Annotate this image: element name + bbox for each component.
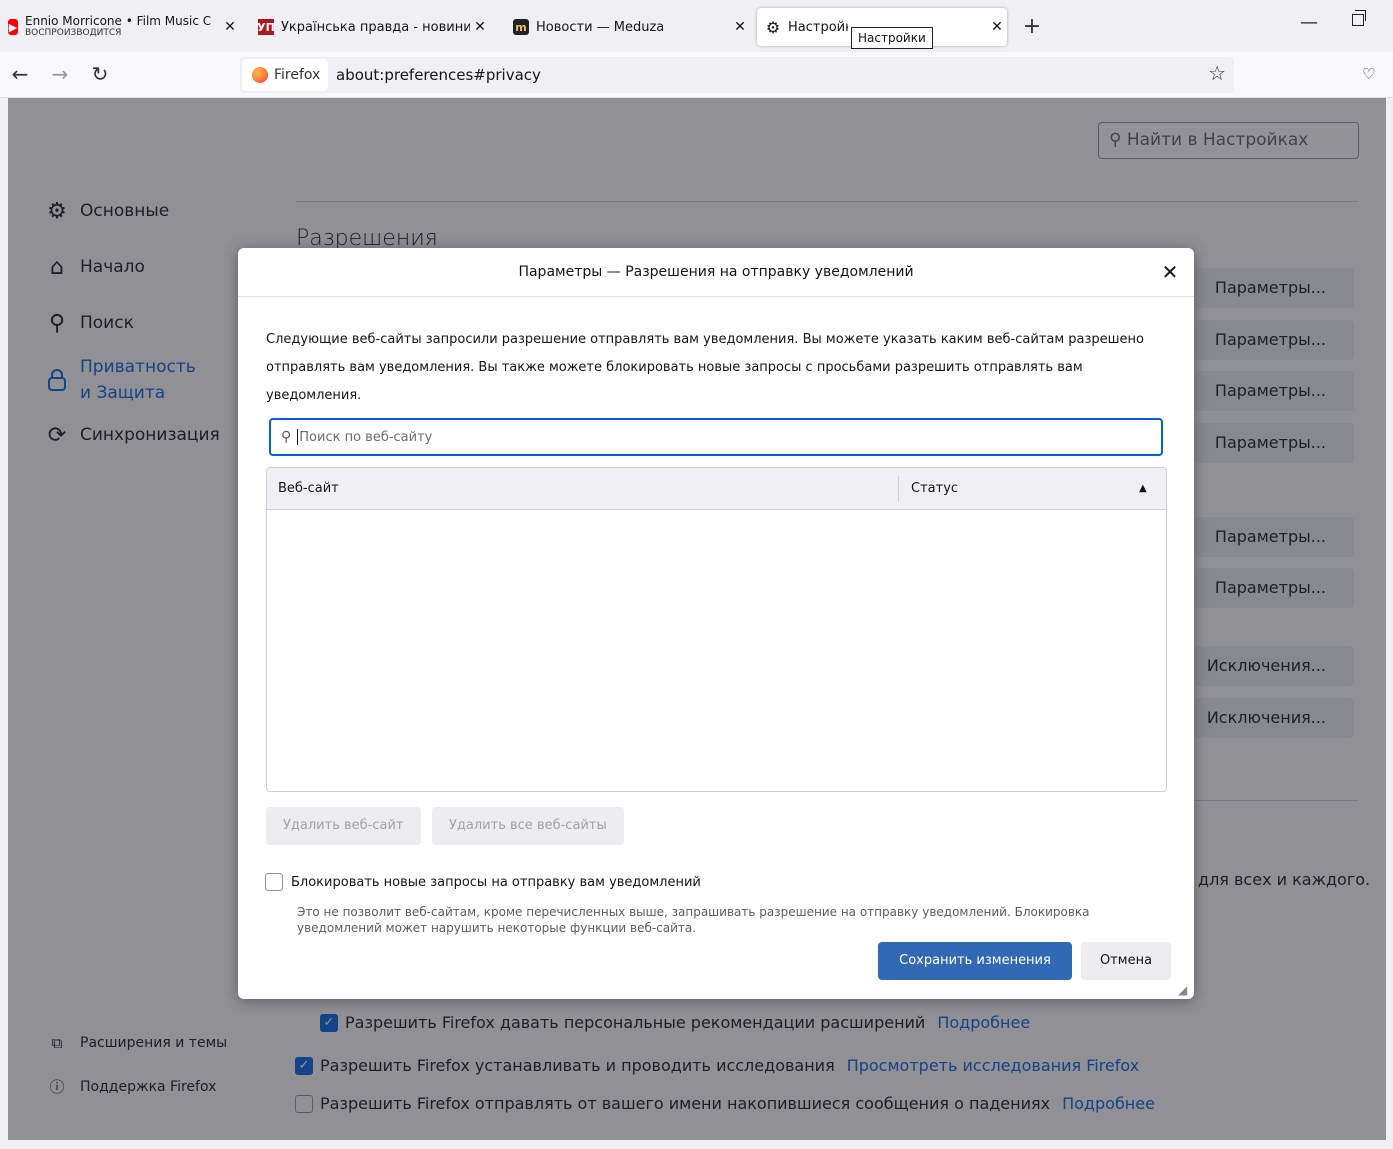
tab-title: Ennio Morricone • Film Music C (25, 15, 212, 28)
block-new-requests-note: Это не позволит веб-сайтам, кроме перечи… (297, 905, 1090, 935)
column-divider (898, 476, 899, 502)
save-changes-button[interactable]: Сохранить изменения (878, 942, 1072, 980)
sort-ascending-icon[interactable]: ▲ (1139, 468, 1147, 510)
column-header-status[interactable]: Статус (911, 468, 958, 510)
tab-title: Настройки (788, 19, 848, 35)
website-search-input[interactable] (299, 429, 1120, 445)
restore-window-button[interactable] (1352, 10, 1366, 26)
url-bar[interactable]: Firefox about:preferences#privacy ☆ (240, 57, 1234, 93)
window-border (1386, 98, 1393, 1149)
dialog-description: Следующие веб-сайты запросили разрешение… (266, 332, 1145, 403)
block-new-requests-label: Блокировать новые запросы на отправку ва… (291, 874, 701, 890)
close-icon[interactable]: ✕ (1158, 260, 1182, 284)
cancel-button[interactable]: Отмена (1081, 942, 1171, 980)
forward-button[interactable]: → (46, 60, 74, 88)
website-search-field[interactable]: ⚲ (269, 418, 1163, 456)
table-header: Веб-сайт Статус ▲ (267, 468, 1166, 510)
window-border (0, 98, 8, 1149)
bookmark-star-icon[interactable]: ☆ (1208, 61, 1226, 85)
tab-pravda[interactable]: УП Українська правда - новини он ✕ (250, 8, 490, 46)
tab-title: Новости — Meduza (536, 19, 665, 35)
permissions-table: Веб-сайт Статус ▲ (266, 467, 1167, 792)
reload-button[interactable]: ↻ (86, 60, 114, 88)
minimize-window-button[interactable]: — (1300, 12, 1318, 33)
search-icon: ⚲ (281, 429, 292, 445)
dialog-title: Параметры — Разрешения на отправку уведо… (238, 248, 1194, 297)
close-tab-icon[interactable]: ✕ (730, 19, 750, 35)
resize-grip-icon[interactable]: ◢ (1178, 983, 1187, 997)
firefox-logo-icon (252, 67, 268, 83)
tab-title: Українська правда - новини он (281, 19, 470, 35)
new-tab-button[interactable]: + (1020, 14, 1044, 39)
up-logo-icon: УП (257, 19, 275, 35)
tab-meduza[interactable]: m Новости — Meduza ✕ (505, 8, 750, 46)
youtube-icon: ▶ (8, 19, 18, 35)
close-tab-icon[interactable]: ✕ (220, 19, 240, 35)
pocket-icon[interactable]: ♡ (1362, 65, 1375, 83)
identity-label: Firefox (274, 67, 321, 83)
gear-icon: ⚙ (765, 17, 781, 37)
remove-all-websites-button[interactable]: Удалить все веб-сайты (432, 807, 624, 845)
tab-tooltip: Настройки (851, 27, 933, 49)
nav-toolbar: ← → ↻ Firefox about:preferences#privacy … (0, 52, 1393, 98)
column-header-website[interactable]: Веб-сайт (278, 468, 339, 510)
close-tab-icon[interactable]: ✕ (987, 19, 1007, 35)
checkbox-unchecked-icon[interactable] (265, 873, 283, 891)
identity-box[interactable]: Firefox (242, 59, 329, 91)
url-text[interactable]: about:preferences#privacy (336, 57, 541, 93)
close-tab-icon[interactable]: ✕ (470, 19, 490, 35)
tab-youtube[interactable]: ▶ Ennio Morricone • Film Music C ВОСПРОИ… (0, 8, 240, 46)
tab-strip: ▶ Ennio Morricone • Film Music C ВОСПРОИ… (0, 0, 1393, 52)
text-caret (297, 429, 299, 445)
window-border (0, 1140, 1393, 1149)
remove-website-button[interactable]: Удалить веб-сайт (266, 807, 421, 845)
tab-playing-label: ВОСПРОИЗВОДИТСЯ (25, 28, 122, 38)
back-button[interactable]: ← (6, 60, 34, 88)
meduza-logo-icon: m (513, 19, 529, 35)
block-new-requests-option[interactable]: Блокировать новые запросы на отправку ва… (265, 873, 701, 891)
notification-permissions-dialog: Параметры — Разрешения на отправку уведо… (238, 248, 1194, 999)
